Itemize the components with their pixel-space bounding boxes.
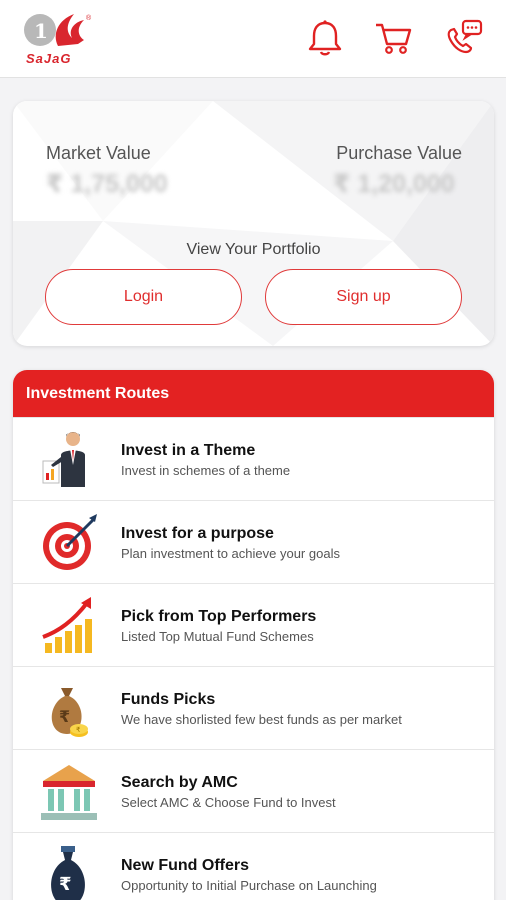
route-title: Invest for a purpose — [121, 525, 274, 542]
logo-text: SaJaG — [26, 51, 72, 66]
route-funds-picks[interactable]: ₹ ₹ Funds Picks We have shorlisted few b… — [13, 666, 494, 749]
svg-text:®: ® — [86, 14, 92, 22]
route-top-performers[interactable]: Pick from Top Performers Listed Top Mutu… — [13, 583, 494, 666]
sajag-logo-mark: 1 ® — [24, 14, 92, 46]
login-button[interactable]: Login — [45, 269, 242, 325]
svg-text:₹: ₹ — [59, 707, 70, 726]
route-subtitle: Listed Top Mutual Fund Schemes — [121, 629, 314, 644]
growth-chart-icon — [39, 595, 101, 657]
svg-text:₹: ₹ — [59, 874, 72, 895]
phone-chat-icon[interactable] — [442, 18, 484, 58]
purchase-value-amount: ₹ 1,20,000 — [333, 170, 455, 198]
investment-routes-card: Investment Routes Invest in a Theme Inve… — [13, 370, 494, 900]
route-title: Search by AMC — [121, 774, 238, 791]
svg-text:₹: ₹ — [76, 726, 81, 734]
purchase-value-label: Purchase Value — [336, 143, 462, 163]
route-title: Pick from Top Performers — [121, 608, 317, 625]
route-title: New Fund Offers — [121, 857, 250, 874]
businessman-presentation-icon — [39, 429, 101, 491]
route-title: Funds Picks — [121, 691, 216, 708]
route-subtitle: We have shorlisted few best funds as per… — [121, 712, 402, 727]
money-bag-icon: ₹ ₹ — [39, 678, 101, 740]
app-header: 1 ® SaJaG — [0, 0, 506, 78]
route-invest-in-theme[interactable]: Invest in a Theme Invest in schemes of a… — [13, 417, 494, 500]
market-value-label: Market Value — [46, 143, 151, 163]
signup-button[interactable]: Sign up — [265, 269, 462, 325]
market-value-amount: ₹ 1,75,000 — [46, 170, 168, 198]
portfolio-card: Market Value ₹ 1,75,000 Purchase Value ₹… — [13, 101, 494, 346]
route-search-by-amc[interactable]: Search by AMC Select AMC & Choose Fund t… — [13, 749, 494, 832]
route-new-fund-offers[interactable]: ₹ New Fund Offers Opportunity to Initial… — [13, 832, 494, 900]
svg-text:1: 1 — [34, 19, 48, 43]
route-subtitle: Select AMC & Choose Fund to Invest — [121, 795, 336, 810]
investment-routes-heading: Investment Routes — [13, 370, 494, 417]
bank-building-icon — [39, 761, 101, 823]
route-invest-for-purpose[interactable]: Invest for a purpose Plan investment to … — [13, 500, 494, 583]
fund-bag-icon: ₹ — [39, 844, 101, 900]
route-title: Invest in a Theme — [121, 442, 256, 459]
target-icon — [39, 512, 101, 574]
cart-icon[interactable] — [372, 18, 414, 58]
bell-icon[interactable] — [304, 18, 346, 58]
route-subtitle: Invest in schemes of a theme — [121, 463, 291, 478]
route-subtitle: Plan investment to achieve your goals — [121, 546, 340, 561]
route-subtitle: Opportunity to Initial Purchase on Launc… — [121, 878, 377, 893]
sajag-logo[interactable]: 1 ® SaJaG — [22, 10, 96, 68]
view-portfolio-label: View Your Portfolio — [186, 241, 321, 258]
